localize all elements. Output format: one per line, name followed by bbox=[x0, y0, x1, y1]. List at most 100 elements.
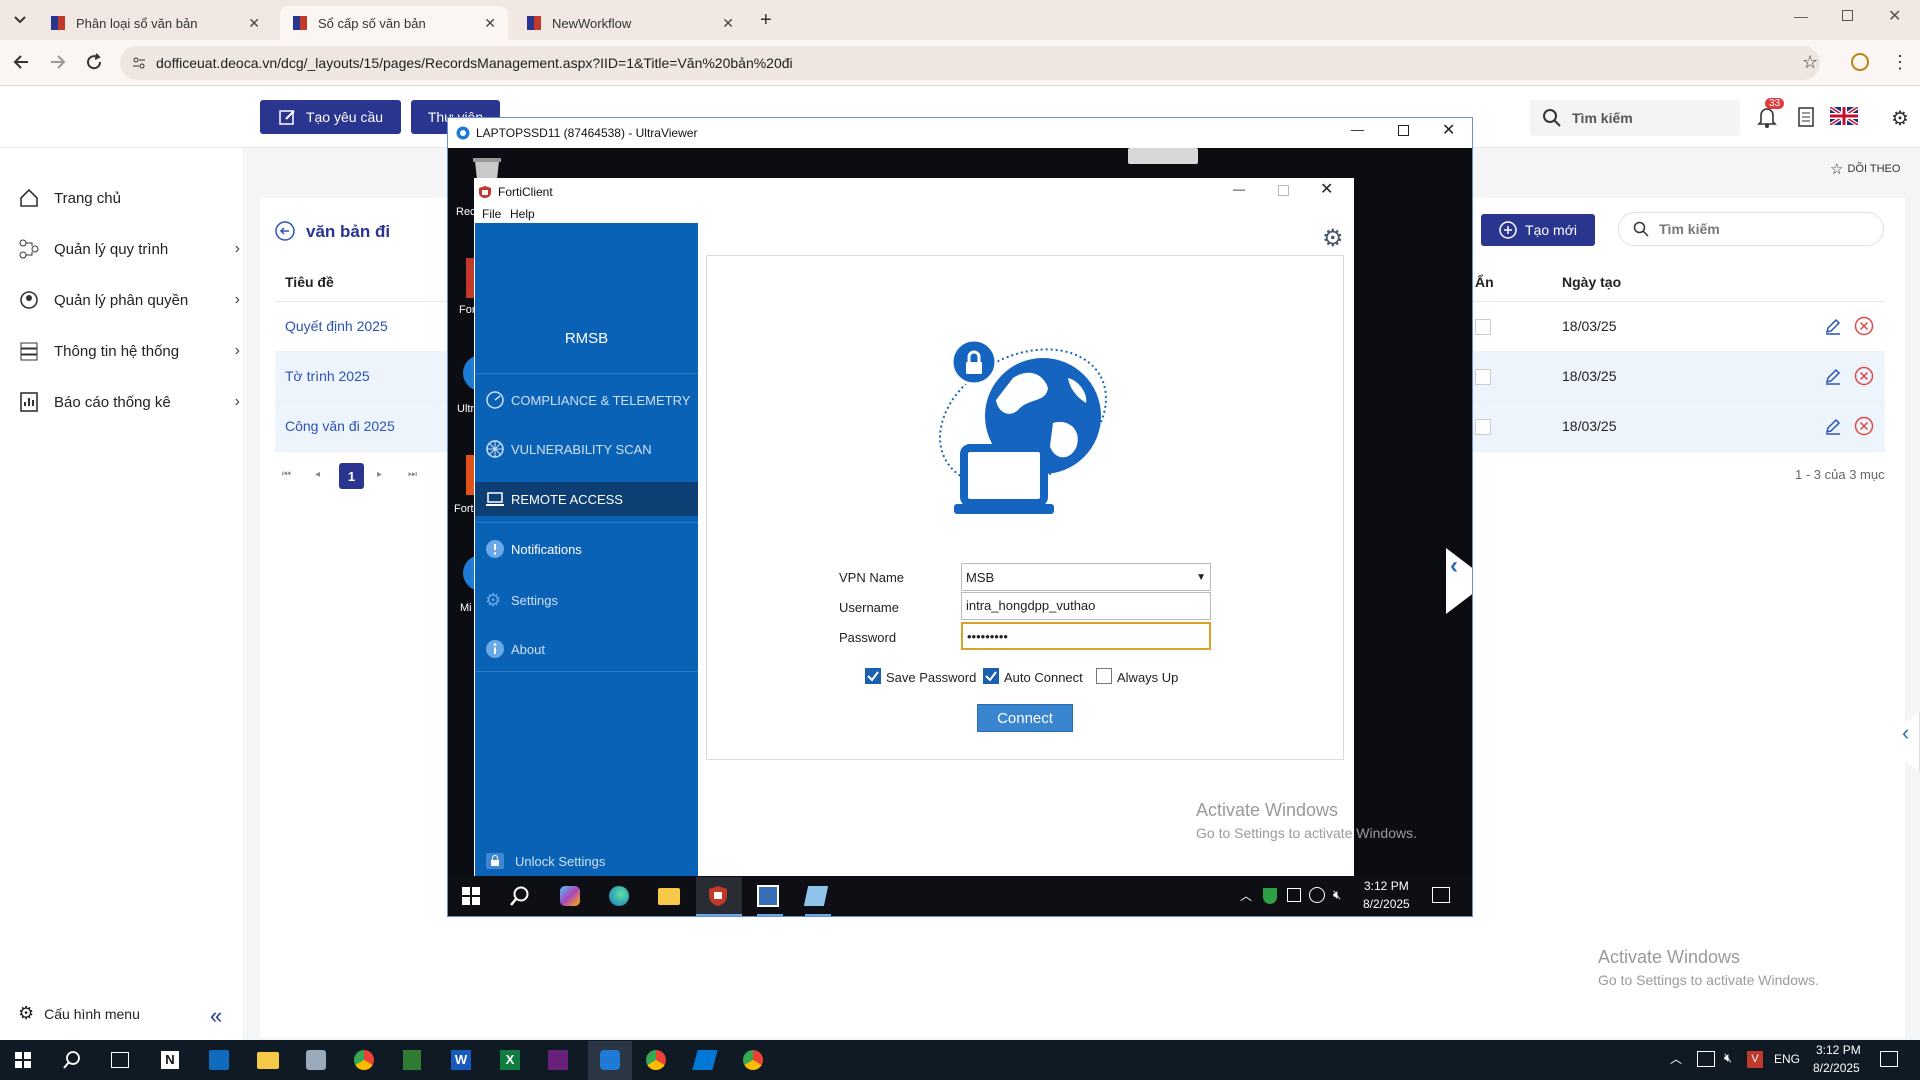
file-explorer-icon[interactable] bbox=[658, 888, 680, 905]
ultraviewer-icon[interactable] bbox=[600, 1050, 620, 1070]
uk-flag-icon[interactable] bbox=[1830, 107, 1858, 125]
volume-muted-icon[interactable]: 🔇︎ bbox=[1333, 887, 1341, 903]
chrome-icon[interactable] bbox=[354, 1050, 374, 1070]
sidebar-item-reports[interactable]: Báo cáo thống kê › bbox=[18, 387, 240, 417]
bookmark-star-icon[interactable]: ☆ bbox=[1802, 52, 1818, 73]
remote-clock-time[interactable]: 3:12 PM bbox=[1364, 879, 1409, 893]
fc-settings-gear-icon[interactable]: ⚙ bbox=[1322, 224, 1344, 253]
close-icon[interactable]: ✕ bbox=[248, 15, 260, 32]
unlock-settings-button[interactable]: Unlock Settings bbox=[485, 852, 605, 870]
notion-icon[interactable]: N bbox=[161, 1051, 179, 1069]
file-explorer-icon[interactable] bbox=[257, 1052, 279, 1069]
auto-connect-checkbox[interactable] bbox=[983, 668, 999, 684]
sidebar-item-system-info[interactable]: Thông tin hệ thống › bbox=[18, 336, 240, 366]
nav-compliance-telemetry[interactable]: COMPLIANCE & TELEMETRY bbox=[475, 383, 698, 417]
tray-chevron-up-icon[interactable]: ︿ bbox=[1670, 1050, 1682, 1067]
sidebar-item-permission-management[interactable]: Quản lý phân quyền › bbox=[18, 285, 240, 315]
tab-record-numbering[interactable]: Sổ cấp số văn bản ✕ bbox=[280, 6, 508, 40]
meet-now-icon[interactable] bbox=[1287, 888, 1301, 902]
save-password-checkbox[interactable] bbox=[865, 668, 881, 684]
windows-start-icon[interactable] bbox=[462, 887, 480, 905]
delete-circle-icon[interactable] bbox=[1854, 416, 1874, 436]
sidebar-item-process-management[interactable]: Quản lý quy trình › bbox=[18, 234, 240, 264]
remote-desktop-app-icon[interactable] bbox=[757, 885, 779, 907]
restore-button[interactable] bbox=[1842, 10, 1853, 21]
close-window-button[interactable]: ✕ bbox=[1888, 6, 1901, 26]
chevron-left-icon[interactable]: ‹ bbox=[1902, 720, 1909, 746]
delete-circle-icon[interactable] bbox=[1854, 316, 1874, 336]
list-search-input[interactable]: Tìm kiếm bbox=[1618, 212, 1884, 246]
local-clock-date[interactable]: 8/2/2025 bbox=[1813, 1061, 1860, 1075]
notepad-icon[interactable] bbox=[403, 1050, 421, 1070]
network-icon[interactable] bbox=[1697, 1051, 1715, 1067]
network-globe-icon[interactable] bbox=[1309, 887, 1325, 903]
nav-settings[interactable]: ⚙ Settings bbox=[475, 583, 698, 617]
edit-pencil-icon[interactable] bbox=[1824, 417, 1842, 435]
next-page-icon[interactable]: ▸ bbox=[377, 469, 382, 480]
local-clock-time[interactable]: 3:12 PM bbox=[1816, 1043, 1861, 1057]
chevron-left-icon[interactable]: ‹ bbox=[1450, 552, 1458, 580]
uv-close-button[interactable]: ✕ bbox=[1442, 120, 1455, 140]
follow-button[interactable]: ☆ DÕI THEO bbox=[1830, 160, 1900, 178]
fc-close-button[interactable]: ✕ bbox=[1320, 179, 1333, 199]
security-shield-icon[interactable] bbox=[1263, 888, 1277, 904]
vpn-tray-icon[interactable]: V bbox=[1747, 1051, 1763, 1068]
row-hidden-checkbox[interactable] bbox=[1475, 419, 1491, 435]
task-view-icon[interactable] bbox=[111, 1052, 129, 1068]
search-icon[interactable] bbox=[509, 885, 531, 907]
new-tab-button[interactable]: + bbox=[760, 9, 772, 32]
volume-muted-icon[interactable]: 🔇︎ bbox=[1724, 1050, 1732, 1066]
menu-kebab-icon[interactable]: ⋮ bbox=[1891, 52, 1909, 73]
back-circle-icon[interactable] bbox=[275, 221, 295, 241]
copilot-icon[interactable] bbox=[560, 886, 580, 906]
create-request-button[interactable]: Tạo yêu cầu bbox=[260, 100, 401, 134]
menu-help[interactable]: Help bbox=[510, 207, 535, 221]
collapse-sidebar-icon[interactable]: « bbox=[210, 1003, 222, 1029]
config-menu-button[interactable]: ⚙ Cấu hình menu bbox=[18, 1003, 140, 1024]
uv-toolbar[interactable] bbox=[1128, 148, 1198, 164]
uv-minimize-button[interactable]: — bbox=[1351, 122, 1364, 137]
first-page-icon[interactable]: ⏮ bbox=[282, 469, 291, 480]
row-title-link[interactable]: Công văn đi 2025 bbox=[285, 418, 395, 434]
delete-circle-icon[interactable] bbox=[1854, 366, 1874, 386]
remote-clock-date[interactable]: 8/2/2025 bbox=[1363, 897, 1410, 911]
vpn-name-select[interactable]: MSB ▼ bbox=[961, 563, 1211, 591]
edit-pencil-icon[interactable] bbox=[1824, 317, 1842, 335]
profile-icon[interactable] bbox=[1851, 53, 1869, 71]
edit-pencil-icon[interactable] bbox=[1824, 367, 1842, 385]
site-info-icon[interactable] bbox=[131, 55, 147, 71]
column-title[interactable]: Tiêu đề bbox=[285, 274, 334, 290]
last-page-icon[interactable]: ⏭ bbox=[408, 469, 417, 480]
menu-file[interactable]: File bbox=[482, 207, 501, 221]
nav-remote-access[interactable]: REMOTE ACCESS bbox=[475, 482, 698, 516]
visual-studio-icon[interactable] bbox=[548, 1050, 568, 1070]
connect-button[interactable]: Connect bbox=[977, 704, 1073, 732]
reload-icon[interactable] bbox=[84, 52, 104, 72]
outlook-icon[interactable] bbox=[209, 1050, 229, 1070]
create-new-button[interactable]: Tạo mới bbox=[1481, 214, 1595, 246]
windows-start-icon[interactable] bbox=[15, 1052, 31, 1068]
network-tool-icon[interactable] bbox=[306, 1050, 326, 1070]
input-language[interactable]: ENG bbox=[1774, 1052, 1800, 1066]
excel-icon[interactable]: X bbox=[500, 1050, 520, 1070]
uv-maximize-button[interactable] bbox=[1398, 125, 1409, 136]
username-input[interactable]: intra_hongdpp_vuthao bbox=[961, 592, 1211, 620]
sidebar-item-home[interactable]: Trang chủ bbox=[18, 183, 240, 213]
bell-icon[interactable] bbox=[1757, 106, 1777, 128]
tray-chevron-up-icon[interactable]: ︿ bbox=[1240, 887, 1252, 904]
always-up-checkbox[interactable] bbox=[1096, 668, 1112, 684]
row-title-link[interactable]: Quyết định 2025 bbox=[285, 318, 388, 334]
tab-record-classification[interactable]: Phân loại sổ văn bản ✕ bbox=[38, 6, 272, 40]
password-input[interactable]: ••••••••• bbox=[961, 622, 1211, 650]
minimize-button[interactable]: — bbox=[1794, 8, 1808, 24]
settings-gear-icon[interactable]: ⚙ bbox=[1891, 106, 1909, 131]
notification-center-icon[interactable] bbox=[1880, 1051, 1898, 1067]
chrome-icon[interactable] bbox=[646, 1050, 666, 1070]
nav-about[interactable]: About bbox=[475, 632, 698, 666]
edge-icon[interactable] bbox=[609, 886, 629, 906]
current-page-button[interactable]: 1 bbox=[339, 463, 364, 489]
tab-new-workflow[interactable]: NewWorkflow ✕ bbox=[514, 6, 746, 40]
column-hidden[interactable]: Ẩn bbox=[1475, 274, 1494, 290]
close-icon[interactable]: ✕ bbox=[484, 15, 496, 32]
column-created-date[interactable]: Ngày tạo bbox=[1562, 274, 1621, 290]
